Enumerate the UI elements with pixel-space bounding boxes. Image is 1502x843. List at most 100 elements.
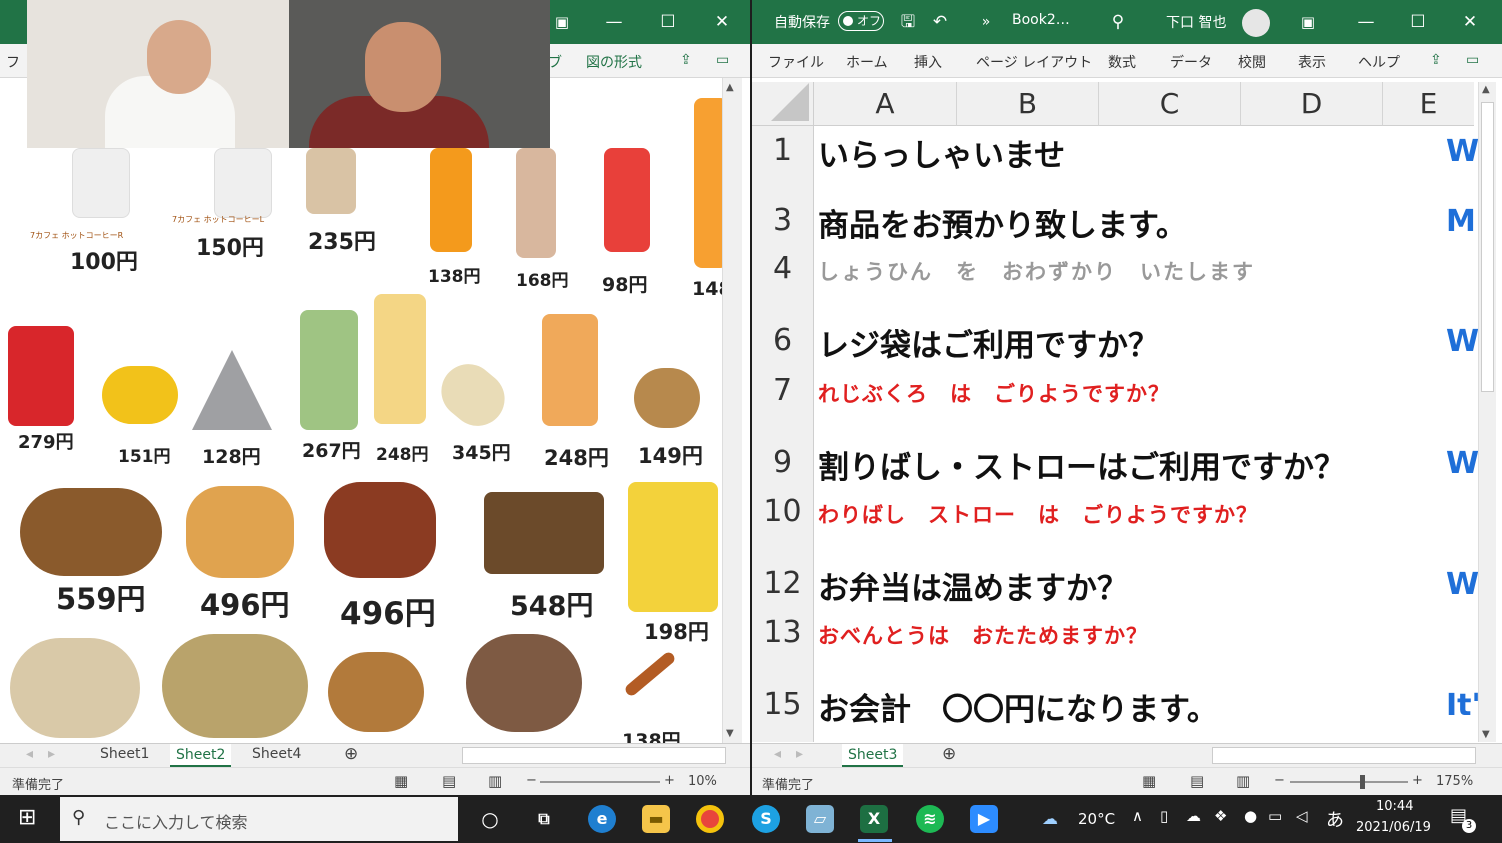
add-sheet-icon[interactable]: ⊕ xyxy=(942,744,956,764)
ribbon-tab-formulas[interactable]: 数式 xyxy=(1108,52,1136,72)
tab-scroll-right-icon[interactable]: ▸ xyxy=(48,746,55,762)
ribbon-tab-home[interactable]: ホーム xyxy=(846,52,888,72)
cell-e1[interactable]: W xyxy=(1446,134,1479,169)
temperature[interactable]: 20°C xyxy=(1078,810,1115,828)
cell-a12[interactable]: お弁当は温めますか？ xyxy=(818,563,1128,608)
zoom-slider[interactable] xyxy=(1290,775,1408,789)
onedrive-icon[interactable]: ☁ xyxy=(1186,807,1201,825)
clock-time[interactable]: 10:44 xyxy=(1376,799,1413,814)
tab-sheet3[interactable]: Sheet3 xyxy=(842,744,904,767)
tab-scroll-left-icon[interactable]: ◂ xyxy=(774,746,781,762)
column-header-e[interactable]: E xyxy=(1382,82,1474,126)
undo-icon[interactable]: ↶ xyxy=(926,8,954,36)
row-header-9[interactable]: 9 xyxy=(752,440,814,486)
cell-a13[interactable]: おべんとうは おたためますか？ xyxy=(818,620,1148,650)
column-header-a[interactable]: A xyxy=(814,82,956,126)
left-horizontal-scrollbar[interactable] xyxy=(462,747,726,764)
cell-a10[interactable]: わりばし ストロー は ごりようですか？ xyxy=(818,499,1258,529)
ribbon-tab-file[interactable]: ファイル xyxy=(768,52,824,72)
share-icon[interactable]: ⇪ xyxy=(680,52,692,68)
zoom-in-icon[interactable]: + xyxy=(1412,773,1423,788)
zoom-app-icon[interactable]: ▶ xyxy=(970,805,998,833)
ribbon-tab-data[interactable]: データ xyxy=(1170,52,1212,72)
maximize-button[interactable]: ☐ xyxy=(654,8,682,36)
dropbox-icon[interactable]: ❖ xyxy=(1214,807,1227,825)
column-header-d[interactable]: D xyxy=(1240,82,1382,126)
minimize-button[interactable]: — xyxy=(600,8,628,36)
skype-icon[interactable]: S xyxy=(752,805,780,833)
network-icon[interactable]: ▭ xyxy=(1268,807,1282,825)
column-header-c[interactable]: C xyxy=(1098,82,1240,126)
row-header-1[interactable]: 1 xyxy=(752,128,814,174)
ribbon-tab-partial-2[interactable]: ブ xyxy=(548,52,562,72)
cell-e15[interactable]: It' xyxy=(1446,688,1481,723)
zoom-slider[interactable] xyxy=(540,781,660,783)
ribbon-tab-picture-format[interactable]: 図の形式 xyxy=(586,52,642,72)
tab-sheet1[interactable]: Sheet1 xyxy=(100,746,149,762)
scroll-up-icon[interactable]: ▲ xyxy=(1482,84,1490,95)
left-vertical-scrollbar[interactable]: ▲ ▼ xyxy=(722,78,742,743)
maximize-button[interactable]: ☐ xyxy=(1404,8,1432,36)
save-icon[interactable]: 🖫 xyxy=(894,8,922,36)
microphone-icon[interactable]: ● xyxy=(1244,807,1257,825)
tab-scroll-left-icon[interactable]: ◂ xyxy=(26,746,33,762)
cell-e12[interactable]: W xyxy=(1446,567,1479,602)
app-icon[interactable]: ▱ xyxy=(806,805,834,833)
task-view-icon[interactable]: ⧉ xyxy=(530,805,558,833)
zoom-slider-thumb[interactable] xyxy=(1360,775,1365,789)
comment-icon[interactable]: ▭ xyxy=(716,52,729,68)
user-name[interactable]: 下口 智也 xyxy=(1166,12,1226,32)
file-explorer-icon[interactable]: ▬ xyxy=(642,805,670,833)
cortana-icon[interactable]: ○ xyxy=(476,805,504,833)
share-icon[interactable]: ⇪ xyxy=(1430,52,1442,68)
taskbar-search-box[interactable]: ⚲ ここに入力して検索 xyxy=(60,797,458,841)
tab-sheet4[interactable]: Sheet4 xyxy=(252,746,301,762)
zoom-in-icon[interactable]: + xyxy=(664,773,675,788)
cell-a9[interactable]: 割りばし・ストローはご利用ですか？ xyxy=(818,442,1345,487)
ribbon-tab-insert[interactable]: 挿入 xyxy=(914,52,942,72)
autosave-toggle[interactable]: オフ xyxy=(838,11,884,31)
scroll-down-icon[interactable]: ▼ xyxy=(726,728,734,739)
cell-e6[interactable]: W xyxy=(1446,324,1479,359)
ribbon-tab-help[interactable]: ヘルプ xyxy=(1358,52,1400,72)
column-header-b[interactable]: B xyxy=(956,82,1098,126)
show-hidden-icons-icon[interactable]: ∧ xyxy=(1132,807,1143,825)
row-header-12[interactable]: 12 xyxy=(752,561,814,607)
clock-date[interactable]: 2021/06/19 xyxy=(1356,820,1431,835)
share-window-icon[interactable]: ▣ xyxy=(548,8,576,36)
close-button[interactable]: ✕ xyxy=(708,8,736,36)
row-header-15[interactable]: 15 xyxy=(752,682,814,728)
cell-e9[interactable]: W xyxy=(1446,446,1479,481)
zoom-out-icon[interactable]: − xyxy=(1274,773,1285,788)
chrome-icon[interactable] xyxy=(696,805,724,833)
device-icon[interactable]: ▯ xyxy=(1160,807,1168,825)
left-sheet-area[interactable]: 7カフェ ホットコーヒーR 100円 7カフェ ホットコーヒーL 150円 23… xyxy=(0,78,750,743)
more-commands-icon[interactable]: » xyxy=(972,8,1000,36)
normal-view-icon[interactable]: ▦ xyxy=(394,772,408,790)
normal-view-icon[interactable]: ▦ xyxy=(1142,772,1156,790)
zoom-level[interactable]: 10% xyxy=(688,774,717,789)
page-break-icon[interactable]: ▥ xyxy=(1236,772,1250,790)
row-header-13[interactable]: 13 xyxy=(752,610,814,656)
ribbon-tab-view[interactable]: 表示 xyxy=(1298,52,1326,72)
cell-a3[interactable]: 商品をお預かり致します。 xyxy=(818,200,1187,245)
page-break-icon[interactable]: ▥ xyxy=(488,772,502,790)
scroll-down-icon[interactable]: ▼ xyxy=(1482,729,1490,740)
cell-a6[interactable]: レジ袋はご利用ですか？ xyxy=(818,320,1159,365)
edge-browser-icon[interactable]: e xyxy=(588,805,616,833)
page-layout-icon[interactable]: ▤ xyxy=(1190,772,1204,790)
add-sheet-icon[interactable]: ⊕ xyxy=(344,744,358,764)
cell-a4[interactable]: しょうひん を おわずかり いたします xyxy=(818,256,1255,286)
ribbon-tab-review[interactable]: 校閲 xyxy=(1238,52,1266,72)
zoom-level[interactable]: 175% xyxy=(1436,774,1473,789)
row-header-3[interactable]: 3 xyxy=(752,198,814,244)
minimize-button[interactable]: — xyxy=(1352,8,1380,36)
avatar[interactable] xyxy=(1242,9,1270,37)
excel-icon[interactable]: X xyxy=(860,805,888,833)
zoom-out-icon[interactable]: − xyxy=(526,773,537,788)
spotify-icon[interactable]: ≋ xyxy=(916,805,944,833)
cell-a15[interactable]: お会計 〇〇円になります。 xyxy=(818,684,1218,729)
ribbon-display-icon[interactable]: ▣ xyxy=(1294,8,1322,36)
volume-icon[interactable]: ◁ xyxy=(1296,807,1308,825)
ime-indicator[interactable]: あ xyxy=(1326,806,1344,832)
